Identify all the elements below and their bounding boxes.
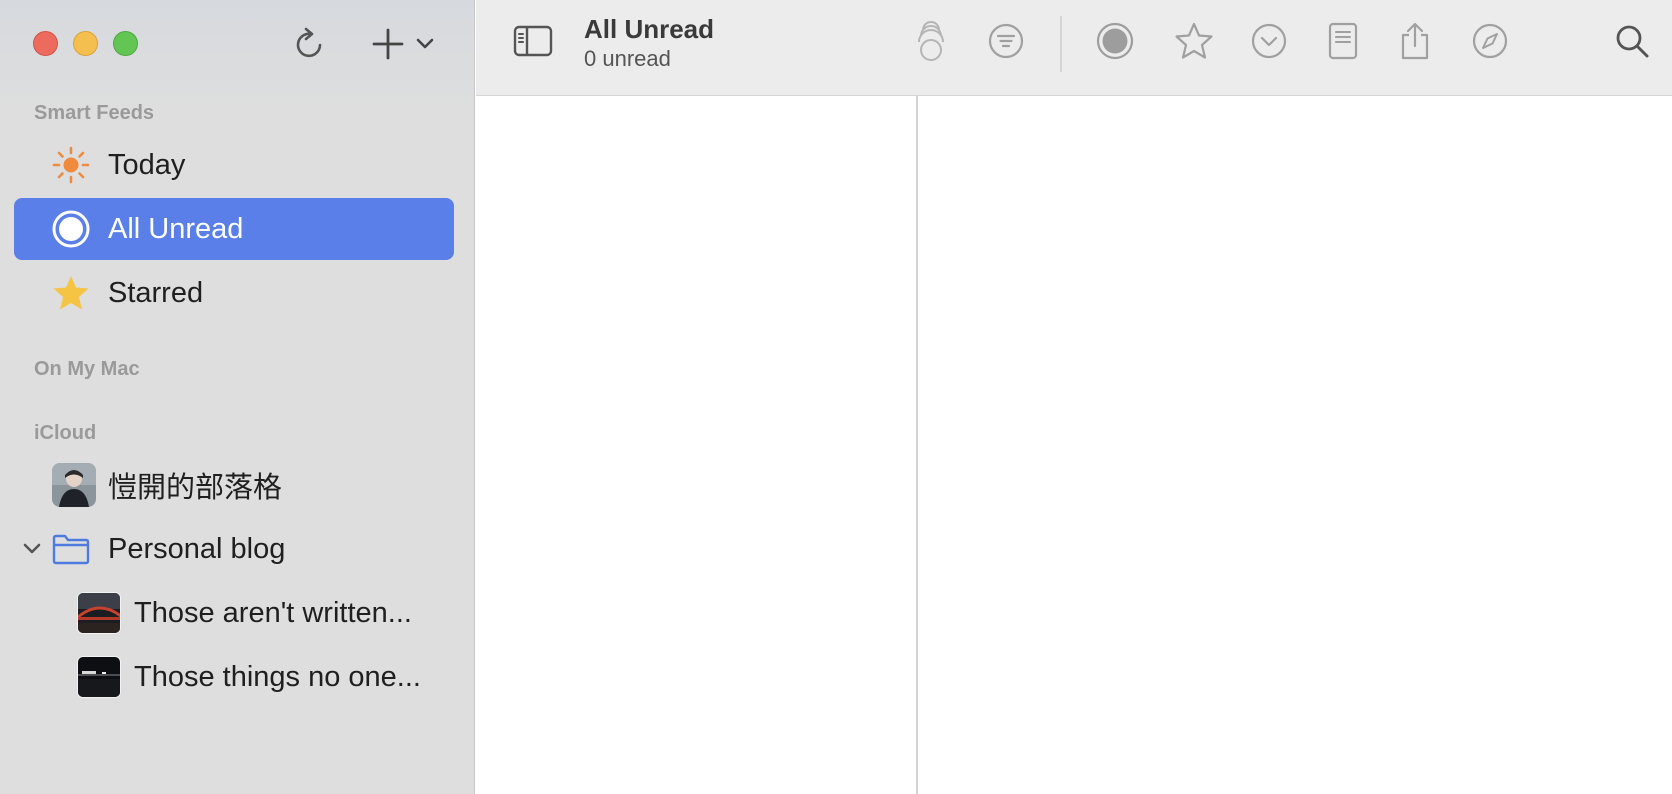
filter-icon [988, 23, 1024, 59]
feed-thumbnail [77, 656, 121, 698]
feed-thumbnail [77, 592, 121, 634]
disclosure-chevron-icon[interactable] [20, 537, 44, 561]
article-detail[interactable] [918, 96, 1672, 794]
star-icon [52, 274, 90, 312]
sidebar: Smart Feeds Today All Unread Starred On … [0, 0, 475, 794]
mark-all-read-button[interactable] [910, 20, 952, 62]
search-icon [1616, 25, 1649, 58]
sidebar-item-feed[interactable]: Those things no one... [14, 646, 454, 708]
zoom-window-button[interactable] [113, 31, 138, 56]
open-in-browser-icon [1472, 23, 1508, 59]
sun-icon [52, 146, 90, 184]
sidebar-toggle-icon [513, 25, 553, 57]
next-unread-button[interactable] [1248, 20, 1290, 62]
star-icon [1175, 22, 1213, 59]
sidebar-item-today[interactable]: Today [14, 134, 454, 196]
reader-view-icon [1328, 22, 1358, 60]
smart-feeds-header: Smart Feeds [34, 102, 155, 124]
sidebar-item-starred[interactable]: Starred [14, 262, 454, 324]
sidebar-item-feed[interactable]: 愷開的部落格 [14, 454, 454, 516]
sidebar-item-label: Starred [108, 276, 204, 309]
close-window-button[interactable] [33, 31, 58, 56]
unread-count: 0 unread [584, 46, 671, 71]
open-in-browser-button[interactable] [1469, 20, 1511, 62]
sidebar-item-label: Those things no one... [134, 660, 421, 693]
sidebar-item-label: 愷開的部落格 [108, 472, 283, 504]
refresh-icon [296, 27, 322, 58]
share-icon [1401, 22, 1429, 60]
icloud-header[interactable]: iCloud [34, 422, 96, 445]
mark-all-read-icon [918, 21, 944, 61]
page-title: All Unread [584, 14, 715, 44]
sidebar-item-all-unread[interactable]: All Unread [14, 198, 454, 260]
toolbar: All Unread 0 unread [476, 0, 1672, 96]
sidebar-item-label: Personal blog [108, 532, 286, 565]
avatar [52, 463, 96, 507]
sidebar-item-folder-personal-blog[interactable]: Personal blog [14, 518, 454, 580]
timeline-list[interactable] [476, 96, 916, 794]
sidebar-item-feed[interactable]: Those aren't written... [14, 582, 454, 644]
next-unread-icon [1251, 23, 1287, 59]
star-button[interactable] [1173, 20, 1215, 62]
unread-circle-icon [52, 210, 90, 248]
sidebar-item-label: Today [108, 148, 186, 181]
chevron-down-icon [416, 38, 434, 49]
add-button[interactable] [368, 22, 408, 66]
on-my-mac-header[interactable]: On My Mac [34, 358, 140, 381]
folder-icon [52, 530, 90, 568]
mark-read-icon [1096, 22, 1134, 60]
share-button[interactable] [1394, 20, 1436, 62]
toolbar-divider [1060, 16, 1062, 72]
sidebar-item-label: Those aren't written... [134, 596, 412, 629]
filter-button[interactable] [985, 20, 1027, 62]
search-button[interactable] [1611, 20, 1653, 62]
add-menu-dropdown[interactable] [412, 30, 438, 58]
plus-icon [372, 28, 404, 60]
mark-read-button[interactable] [1094, 20, 1136, 62]
sidebar-item-label: All Unread [108, 212, 244, 245]
minimize-window-button[interactable] [73, 31, 98, 56]
refresh-button[interactable] [290, 22, 330, 66]
sidebar-toggle-button[interactable] [512, 20, 554, 62]
reader-view-button[interactable] [1322, 20, 1364, 62]
